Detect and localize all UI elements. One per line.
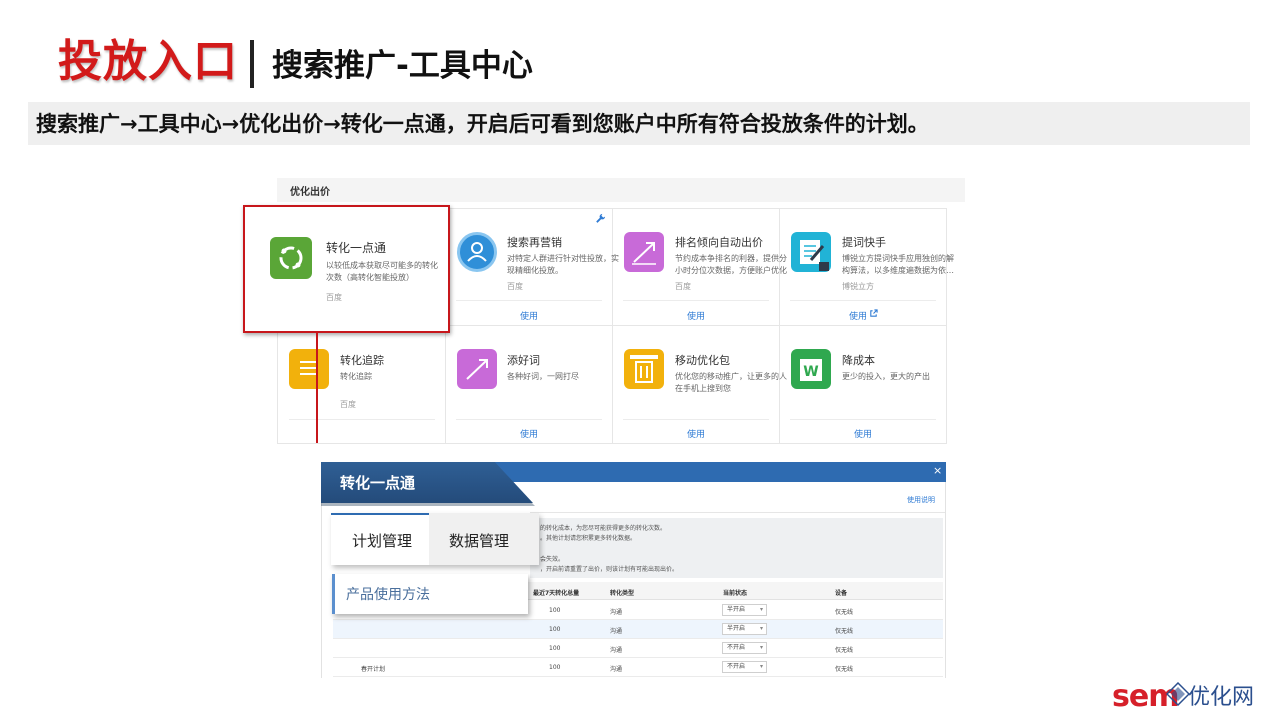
logo-diamond-icon bbox=[1166, 682, 1190, 706]
device-value: 仅无线 bbox=[835, 647, 854, 654]
tile-title[interactable]: 降成本 bbox=[842, 352, 875, 368]
status-select[interactable]: 半开启 bbox=[722, 623, 767, 635]
conversion-type: 沟通 bbox=[610, 666, 623, 673]
tile-description: 对特定人群进行针对性投放，实 bbox=[507, 254, 619, 263]
tile-description: 在手机上搜到您 bbox=[675, 384, 731, 393]
conversion-type: 沟通 bbox=[610, 647, 623, 654]
tile-separator bbox=[456, 300, 602, 301]
tile-source: 百度 bbox=[326, 293, 342, 302]
conversion-count: 100 bbox=[549, 645, 561, 652]
tile-separator bbox=[456, 419, 602, 420]
trash-bin-icon bbox=[624, 349, 664, 389]
status-select[interactable]: 半开启 bbox=[722, 604, 767, 616]
help-link[interactable]: 使用说明 bbox=[907, 495, 935, 505]
tile-separator bbox=[790, 300, 936, 301]
tool-center-section-title: 优化出价 bbox=[290, 187, 330, 198]
trend-up-icon bbox=[457, 349, 497, 389]
tile-title[interactable]: 排名倾向自动出价 bbox=[675, 234, 763, 250]
tile-description: 各种好词，一网打尽 bbox=[507, 372, 579, 381]
external-link-icon[interactable] bbox=[869, 309, 878, 318]
use-button[interactable]: 使用 bbox=[849, 309, 867, 322]
tile-description: 转化追踪 bbox=[340, 372, 372, 381]
page-title: 投放入口 bbox=[58, 36, 238, 87]
column-header: 当前状态 bbox=[723, 590, 748, 597]
grid-divider bbox=[612, 208, 613, 444]
tab-label[interactable]: 计划管理 bbox=[352, 530, 412, 551]
usage-method-label[interactable]: 产品使用方法 bbox=[346, 584, 430, 604]
use-button[interactable]: 使用 bbox=[854, 427, 872, 440]
tile-source: 百度 bbox=[675, 282, 691, 291]
device-value: 仅无线 bbox=[835, 628, 854, 635]
column-header[interactable]: 最近7天转化总量 bbox=[533, 588, 579, 597]
conversion-type: 沟通 bbox=[610, 628, 623, 635]
user-circle-icon bbox=[457, 232, 497, 272]
tile-description: 小时分位次数据，方便账户优化 bbox=[675, 266, 787, 275]
column-header: 转化类型 bbox=[610, 590, 635, 597]
tile-description: 以较低成本获取尽可能多的转化 bbox=[326, 261, 438, 270]
conversion-cycle-icon bbox=[270, 237, 312, 279]
use-button[interactable]: 使用 bbox=[520, 309, 538, 322]
tile-separator bbox=[790, 419, 936, 420]
word-document-icon: W bbox=[791, 349, 831, 389]
tile-source: 百度 bbox=[340, 400, 356, 409]
tile-title[interactable]: 添好词 bbox=[507, 352, 540, 368]
use-button[interactable]: 使用 bbox=[687, 427, 705, 440]
status-select[interactable]: 不开启 bbox=[722, 642, 767, 654]
tile-separator bbox=[623, 300, 769, 301]
conversion-count: 100 bbox=[549, 607, 561, 614]
close-icon[interactable]: × bbox=[933, 464, 942, 477]
tile-separator bbox=[289, 419, 435, 420]
tile-source: 百度 bbox=[507, 282, 523, 291]
description-text: 搜索推广→工具中心→优化出价→转化一点通，开启后可看到您账户中所有符合投放条件的… bbox=[36, 112, 929, 136]
plan-name[interactable]: 春开计划 bbox=[361, 664, 385, 673]
tile-description: 更少的投入，更大的产出 bbox=[842, 372, 930, 381]
tile-title[interactable]: 提词快手 bbox=[842, 234, 886, 250]
notice-text: 。其他计划请您积累更多转化数据。 bbox=[540, 535, 637, 542]
tile-title[interactable]: 转化追踪 bbox=[340, 352, 384, 368]
list-document-icon bbox=[289, 349, 329, 389]
device-value: 仅无线 bbox=[835, 609, 854, 616]
use-button[interactable]: 使用 bbox=[520, 427, 538, 440]
tile-title[interactable]: 转化一点通 bbox=[326, 239, 386, 256]
help-row bbox=[530, 489, 945, 513]
tile-description: 优化您的移动推广，让更多的人 bbox=[675, 372, 787, 381]
tool-center-header bbox=[277, 178, 965, 202]
notice-text: ，开启前请重置了出价，则该计划有可能出现出价。 bbox=[540, 566, 679, 573]
notice-text: 的转化成本，为您尽可能获得更多的转化次数。 bbox=[540, 525, 667, 532]
tile-description: 次数（高转化智能投放） bbox=[326, 273, 414, 282]
conversion-count: 100 bbox=[549, 664, 561, 671]
conversion-type: 沟通 bbox=[610, 609, 623, 616]
tile-title[interactable]: 搜索再营销 bbox=[507, 234, 562, 250]
device-value: 仅无线 bbox=[835, 666, 854, 673]
svg-text:W: W bbox=[803, 364, 818, 380]
wrench-icon[interactable] bbox=[595, 213, 606, 224]
tile-description: 博锐立方提词快手应用独创的解 bbox=[842, 254, 954, 263]
tile-description: 构算法，以多维度遍数据为依… bbox=[842, 266, 954, 275]
tile-separator bbox=[623, 419, 769, 420]
trend-up-icon bbox=[624, 232, 664, 272]
page-subtitle: 搜索推广-工具中心 bbox=[272, 48, 533, 84]
grid-divider bbox=[779, 208, 780, 444]
tab-data-management[interactable]: 数据管理 bbox=[449, 530, 509, 551]
column-header: 设备 bbox=[835, 590, 848, 597]
notice-text: 会失效。 bbox=[540, 556, 565, 563]
tile-source: 博锐立方 bbox=[842, 282, 874, 291]
title-divider bbox=[250, 40, 254, 88]
use-button[interactable]: 使用 bbox=[687, 309, 705, 322]
conversion-count: 100 bbox=[549, 626, 561, 633]
logo-cn-text: 优化网 bbox=[1188, 685, 1255, 710]
pointer-line bbox=[316, 333, 318, 443]
tile-title[interactable]: 移动优化包 bbox=[675, 352, 730, 368]
status-select[interactable]: 不开启 bbox=[722, 661, 767, 673]
tile-description: 节约成本争排名的利器，提供分 bbox=[675, 254, 787, 263]
tile-description: 现精细化投放。 bbox=[507, 266, 563, 275]
dialog-title: 转化一点通 bbox=[340, 474, 416, 492]
edit-document-icon bbox=[791, 232, 831, 272]
